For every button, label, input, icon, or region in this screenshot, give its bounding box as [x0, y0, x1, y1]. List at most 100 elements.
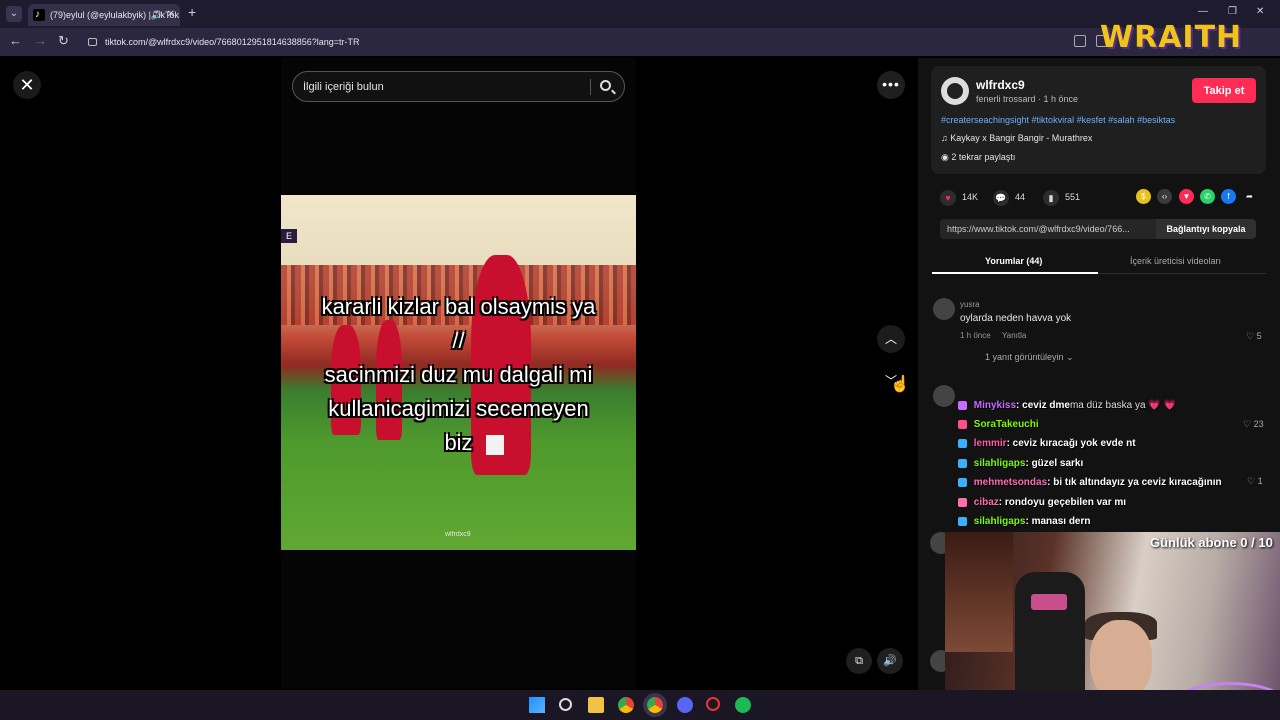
- video-player[interactable]: E kararli kizlar bal olsaymis ya // saci…: [281, 195, 636, 550]
- chat-username: lemmir: [973, 438, 1007, 449]
- comment-count: 44: [1015, 192, 1026, 202]
- reply-button[interactable]: Yanıtla: [1002, 331, 1026, 340]
- chat-message: silahligaps: güzel sarkı: [958, 458, 1083, 469]
- embed-icon[interactable]: ‹›: [1157, 189, 1172, 204]
- chat-badge-icon: [958, 400, 967, 410]
- tab-creator-videos[interactable]: İçerik üreticisi videoları: [1130, 256, 1221, 266]
- chat-text: : rondoyu geçebilen var mı: [998, 497, 1127, 508]
- subscriber-goal: Günlük abone 0 / 10: [1150, 535, 1273, 550]
- panel-tabs: Yorumlar (44) İçerik üreticisi videoları: [932, 250, 1266, 274]
- search-divider: [590, 79, 591, 95]
- video-caption: kararli kizlar bal olsaymis ya // sacinm…: [321, 294, 596, 455]
- minimize-icon[interactable]: —: [1198, 6, 1208, 17]
- tab-search-icon[interactable]: ⌄: [6, 6, 22, 22]
- site-info-icon[interactable]: [88, 38, 97, 46]
- tab-close-icon[interactable]: ✕: [167, 4, 175, 26]
- comment-like-button[interactable]: ♡ 23: [1243, 419, 1264, 430]
- window-close-icon[interactable]: ✕: [1256, 6, 1264, 17]
- chat-message: silahligaps: manası dern: [958, 516, 1091, 527]
- stream-logo: WRAITH: [1100, 20, 1243, 55]
- view-replies-label: 1 yanıt görüntüleyin: [985, 352, 1064, 362]
- mouse-cursor-icon: ☝: [890, 376, 910, 393]
- music-note-icon: ♫: [941, 133, 951, 143]
- like-button[interactable]: ♥ 14K: [940, 188, 978, 206]
- share-arrow-icon[interactable]: ➦: [1242, 189, 1257, 204]
- chevron-down-icon: ⌄: [1063, 352, 1074, 362]
- chair-logo: [1031, 594, 1067, 610]
- discord-icon[interactable]: [677, 697, 693, 713]
- volume-icon[interactable]: 🔊: [877, 648, 903, 674]
- spotify-icon[interactable]: [735, 697, 751, 713]
- view-replies-button[interactable]: 1 yanıt görüntüleyin ⌄: [985, 352, 1074, 363]
- facebook-icon[interactable]: f: [1221, 189, 1236, 204]
- chat-badge-icon: [958, 419, 967, 429]
- comment-avatar[interactable]: [933, 385, 955, 407]
- windows-start-icon[interactable]: [529, 697, 545, 713]
- comment-like-button[interactable]: ♡ 1: [1247, 476, 1263, 487]
- chat-badge-icon: [958, 516, 967, 526]
- music-title: Kaykay x Bangir Bangir - Murathrex: [950, 133, 1093, 143]
- file-explorer-icon[interactable]: [588, 697, 604, 713]
- speaker-icon[interactable]: 🔊: [151, 4, 162, 26]
- copy-link-button[interactable]: Bağlantıyı kopyala: [1156, 219, 1256, 239]
- taskbar-search-icon[interactable]: [559, 698, 572, 711]
- maximize-icon[interactable]: ❐: [1228, 6, 1237, 17]
- chat-text: : ceviz dme: [1016, 400, 1070, 411]
- repost-info: ◉ 2 tekrar paylaştı: [941, 152, 1015, 163]
- video-hashtags[interactable]: #createrseachingsight #tiktokviral #kesf…: [941, 115, 1175, 125]
- previous-video-button[interactable]: ︿: [877, 325, 905, 353]
- music-link[interactable]: ♫ Kaykay x Bangir Bangir - Murathrex: [941, 133, 1092, 143]
- streamer-face: [1090, 620, 1152, 700]
- translate-icon[interactable]: [1074, 35, 1086, 47]
- link-box: https://www.tiktok.com/@wlfrdxc9/video/7…: [940, 219, 1256, 239]
- comment-like-count: 23: [1253, 419, 1264, 429]
- repost-avatars-icon: ◉: [941, 152, 952, 162]
- heart-outline-icon: ♡: [1247, 476, 1258, 486]
- author-avatar[interactable]: [941, 77, 969, 105]
- chat-text: : güzel sarkı: [1025, 458, 1084, 469]
- coin-icon[interactable]: $: [1136, 189, 1151, 204]
- chrome-active-icon[interactable]: [647, 697, 663, 713]
- chat-username: mehmetsondas: [973, 477, 1048, 488]
- author-subtitle: fenerli trossard · 1 h önce: [976, 94, 1079, 104]
- chat-text: : ceviz kıracağı yok evde nt: [1006, 438, 1136, 449]
- search-icon[interactable]: [600, 80, 611, 91]
- send-icon[interactable]: ▼: [1179, 189, 1194, 204]
- active-tab-indicator: [932, 272, 1098, 274]
- close-video-button[interactable]: ✕: [13, 71, 41, 99]
- chat-username: Minykiss: [973, 400, 1017, 411]
- app-icon[interactable]: [706, 697, 720, 711]
- search-input[interactable]: [303, 78, 583, 96]
- url-text: tiktok.com/@wlfrdxc9/video/7668012951814…: [105, 37, 360, 47]
- chat-username: cibaz: [973, 497, 999, 508]
- chat-text: : manası dern: [1025, 516, 1091, 527]
- chat-badge-icon: [958, 438, 967, 448]
- search-bar[interactable]: [292, 71, 625, 102]
- more-options-button[interactable]: •••: [877, 71, 905, 99]
- back-icon[interactable]: ←: [9, 33, 22, 48]
- whatsapp-icon[interactable]: ✆: [1200, 189, 1215, 204]
- chat-badge-icon: [958, 458, 967, 468]
- comment-avatar[interactable]: [933, 298, 955, 320]
- picture-in-picture-icon[interactable]: ⧉: [846, 648, 872, 674]
- follow-button[interactable]: Takip et: [1192, 78, 1256, 103]
- chat-message: SoraTakeuchi: [958, 419, 1039, 430]
- tab-comments[interactable]: Yorumlar (44): [985, 256, 1042, 266]
- browser-tab[interactable]: (79)eylul (@eylulakbyik) | TikTok 🔊 ✕: [28, 4, 180, 26]
- reload-icon[interactable]: ↻: [58, 33, 69, 49]
- save-button[interactable]: ▮ 551: [1043, 188, 1080, 206]
- chrome-icon[interactable]: [618, 697, 634, 713]
- forward-icon[interactable]: →: [34, 33, 47, 48]
- repost-count: 2 tekrar paylaştı: [951, 152, 1016, 162]
- comment-username[interactable]: yusra: [960, 300, 980, 309]
- new-tab-button[interactable]: +: [188, 4, 196, 20]
- chat-badge-icon: [958, 477, 967, 487]
- video-watermark: wlfrdxc9: [445, 531, 471, 538]
- author-username[interactable]: wlfrdxc9: [976, 78, 1025, 92]
- save-count: 551: [1065, 192, 1081, 202]
- address-bar[interactable]: tiktok.com/@wlfrdxc9/video/7668012951814…: [80, 31, 1100, 53]
- comment-button[interactable]: 💬 44: [993, 188, 1025, 206]
- taskbar: [0, 690, 1280, 720]
- comment-like-button[interactable]: ♡ 5: [1246, 331, 1262, 342]
- video-link[interactable]: https://www.tiktok.com/@wlfrdxc9/video/7…: [947, 219, 1152, 239]
